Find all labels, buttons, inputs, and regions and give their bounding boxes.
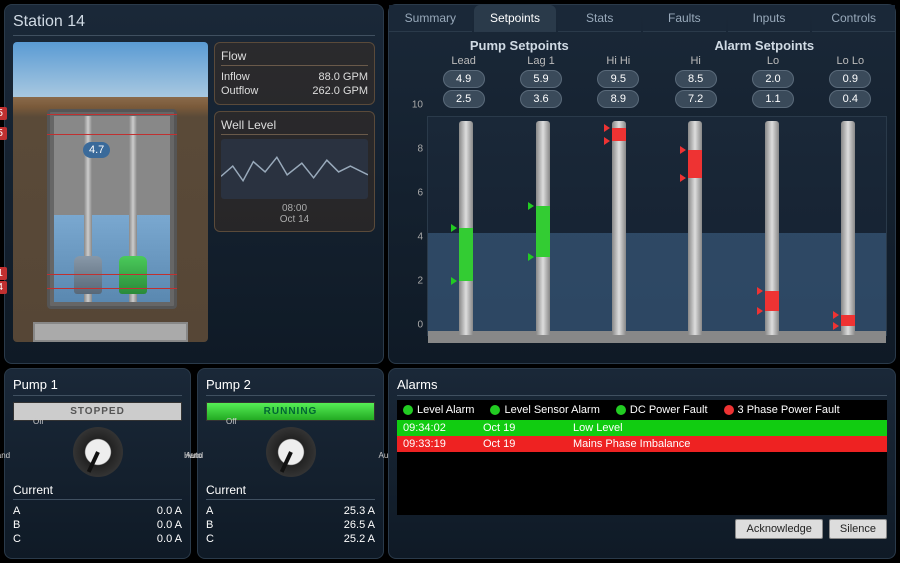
alarms-title: Alarms <box>397 377 887 396</box>
level-marker: 1.1 <box>0 267 7 280</box>
setpoint-on[interactable]: 4.9 <box>443 70 485 88</box>
flow-box: Flow Inflow88.0 GPM Outflow262.0 GPM <box>214 42 375 105</box>
well-level-box: Well Level 08:00 Oct 14 <box>214 111 375 232</box>
pump-1-panel: Pump 1STOPPEDHandOffAutoCurrentA0.0 AB0.… <box>4 368 191 559</box>
setpoint-bars <box>427 116 887 336</box>
alarm-setpoints-title: Alarm Setpoints <box>714 38 814 53</box>
setpoint-on[interactable]: 2.0 <box>752 70 794 88</box>
setpoints-panel: SummarySetpointsStatsFaultsInputsControl… <box>388 4 896 364</box>
well-level-sparkline <box>221 139 368 199</box>
pump-selector-dial[interactable] <box>73 427 123 477</box>
alarm-row[interactable]: 09:33:19Oct 19Mains Phase Imbalance <box>397 436 887 452</box>
pump-setpoints-title: Pump Setpoints <box>470 38 569 53</box>
alarm-list[interactable]: 09:34:02Oct 19Low Level09:33:19Oct 19Mai… <box>397 420 887 515</box>
bar-yaxis: 0246810 <box>397 116 427 336</box>
pump-2-panel: Pump 2RUNNINGHandOffAutoCurrentA25.3 AB2… <box>197 368 384 559</box>
level-marker: 9.5 <box>0 107 7 120</box>
tab-stats[interactable]: Stats <box>558 5 641 32</box>
alarm-row[interactable]: 09:34:02Oct 19Low Level <box>397 420 887 436</box>
level-marker: 0.4 <box>0 281 7 294</box>
setpoint-off[interactable]: 1.1 <box>752 90 794 108</box>
setpoint-on[interactable]: 0.9 <box>829 70 871 88</box>
setpoint-bar-lag-1 <box>536 117 550 335</box>
tab-controls[interactable]: Controls <box>812 5 895 32</box>
setpoint-off[interactable]: 2.5 <box>443 90 485 108</box>
tab-summary[interactable]: Summary <box>389 5 472 32</box>
setpoint-bar-hi-hi <box>612 117 626 335</box>
acknowledge-button[interactable]: Acknowledge <box>735 519 822 539</box>
tab-inputs[interactable]: Inputs <box>728 5 811 32</box>
setpoint-on[interactable]: 9.5 <box>597 70 639 88</box>
station-title: Station 14 <box>13 13 375 36</box>
tab-setpoints[interactable]: Setpoints <box>474 5 557 32</box>
silence-button[interactable]: Silence <box>829 519 887 539</box>
setpoint-on[interactable]: 5.9 <box>520 70 562 88</box>
setpoint-bar-lo-lo <box>841 117 855 335</box>
pump-selector-dial[interactable] <box>266 427 316 477</box>
setpoint-bar-lo <box>765 117 779 335</box>
setpoint-off[interactable]: 0.4 <box>829 90 871 108</box>
setpoint-off[interactable]: 3.6 <box>520 90 562 108</box>
setpoint-bar-hi <box>688 117 702 335</box>
current-level-badge: 4.7 <box>83 142 110 158</box>
alarms-panel: Alarms Level AlarmLevel Sensor AlarmDC P… <box>388 368 896 559</box>
tab-faults[interactable]: Faults <box>643 5 726 32</box>
setpoint-on[interactable]: 8.5 <box>675 70 717 88</box>
setpoint-bar-lead <box>459 117 473 335</box>
alarm-legend: Level AlarmLevel Sensor AlarmDC Power Fa… <box>397 400 887 420</box>
level-marker: 8.5 <box>0 127 7 140</box>
tab-bar: SummarySetpointsStatsFaultsInputsControl… <box>389 5 895 32</box>
setpoint-off[interactable]: 7.2 <box>675 90 717 108</box>
station-panel: Station 14 9.58.51.10.4 4. <box>4 4 384 364</box>
well-graphic: 9.58.51.10.4 4.7 <box>13 42 208 342</box>
setpoint-off[interactable]: 8.9 <box>597 90 639 108</box>
